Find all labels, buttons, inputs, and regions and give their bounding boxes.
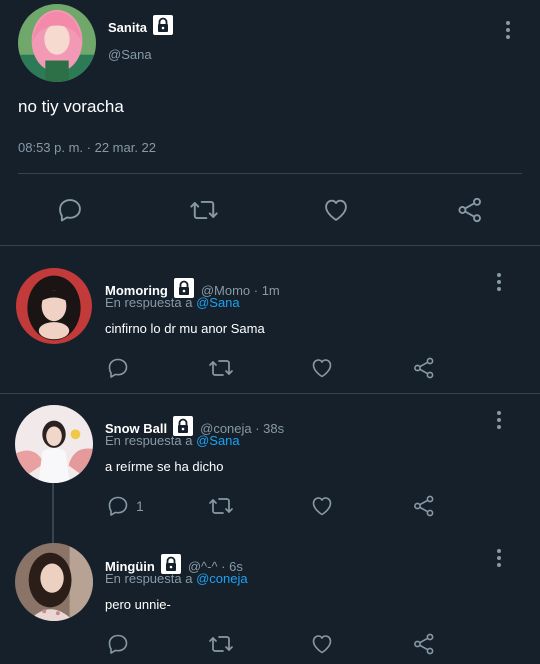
retweet-button[interactable] xyxy=(207,494,235,518)
reply-icon xyxy=(59,199,81,222)
avatar[interactable] xyxy=(16,268,92,344)
mention-link[interactable]: @Sana xyxy=(196,433,240,448)
reply-tweet[interactable]: Snow Ball @coneja · 38s En respuesta a @… xyxy=(0,394,540,532)
main-tweet: Sanita @Sana no tiy voracha 08:53 p. m. … xyxy=(0,0,540,246)
more-vertical-icon[interactable] xyxy=(494,548,504,568)
author-handle[interactable]: @Sana xyxy=(108,47,152,62)
reply-text: a reírme se ha dicho xyxy=(105,459,224,474)
reply-text: cinfirno lo dr mu anor Sama xyxy=(105,321,265,336)
share-button[interactable] xyxy=(412,632,436,656)
retweet-icon xyxy=(209,360,233,376)
reply-count: 1 xyxy=(136,498,144,514)
heart-icon xyxy=(312,497,332,516)
reply-text: pero unnie- xyxy=(105,597,171,612)
reply-tweet[interactable]: Mingüin @^-^ · 6s En respuesta a @coneja… xyxy=(0,532,540,664)
tweet-timestamp[interactable]: 08:53 p. m. · 22 mar. 22 xyxy=(18,140,156,155)
lock-icon xyxy=(152,14,174,41)
author-line: Sanita xyxy=(108,14,174,41)
share-button[interactable] xyxy=(412,494,436,518)
heart-icon xyxy=(312,635,332,654)
retweet-button[interactable] xyxy=(207,632,235,656)
share-icon xyxy=(458,197,481,223)
like-button[interactable] xyxy=(322,196,350,224)
avatar[interactable] xyxy=(15,543,93,621)
heart-icon xyxy=(325,199,347,221)
mention-link[interactable]: @Sana xyxy=(196,295,240,310)
tweet-text: no tiy voracha xyxy=(18,97,124,116)
like-button[interactable] xyxy=(310,494,334,518)
more-vertical-icon[interactable] xyxy=(494,410,504,430)
replying-to-prefix: En respuesta a xyxy=(105,295,193,310)
like-button[interactable] xyxy=(310,632,334,656)
reply-icon xyxy=(108,496,128,516)
mention-link[interactable]: @coneja xyxy=(196,571,248,586)
retweet-icon xyxy=(209,498,233,514)
reply-button[interactable]: 1 xyxy=(106,494,144,518)
replying-to: En respuesta a @Sana xyxy=(105,433,240,448)
share-button[interactable] xyxy=(456,196,484,224)
reply-button[interactable] xyxy=(106,356,136,380)
reply-icon xyxy=(108,634,128,654)
retweet-icon xyxy=(190,200,218,220)
replying-to-prefix: En respuesta a xyxy=(105,433,193,448)
reply-button[interactable] xyxy=(106,632,136,656)
share-icon xyxy=(414,495,434,517)
more-vertical-icon[interactable] xyxy=(494,272,504,292)
avatar[interactable] xyxy=(18,4,96,82)
reply-tweet[interactable]: Momoring @Momo · 1m En respuesta a @Sana… xyxy=(0,246,540,393)
reply-icon xyxy=(108,358,128,378)
share-icon xyxy=(414,633,434,655)
heart-icon xyxy=(312,359,332,378)
avatar[interactable] xyxy=(15,405,93,483)
retweet-icon xyxy=(209,636,233,652)
reply-button[interactable] xyxy=(56,196,84,224)
like-button[interactable] xyxy=(310,356,334,380)
share-button[interactable] xyxy=(412,356,436,380)
more-vertical-icon[interactable] xyxy=(503,20,513,40)
share-icon xyxy=(414,357,434,379)
retweet-button[interactable] xyxy=(189,196,219,224)
retweet-button[interactable] xyxy=(207,356,235,380)
author-name[interactable]: Sanita xyxy=(108,20,147,35)
replying-to: En respuesta a @coneja xyxy=(105,571,248,586)
replying-to-prefix: En respuesta a xyxy=(105,571,193,586)
divider xyxy=(18,173,522,174)
replying-to: En respuesta a @Sana xyxy=(105,295,240,310)
